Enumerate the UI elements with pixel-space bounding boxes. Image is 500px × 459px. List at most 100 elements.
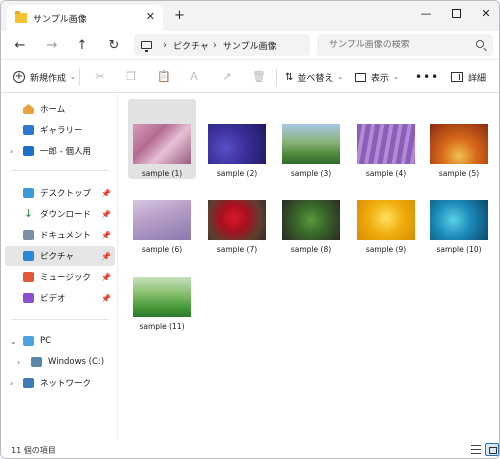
expanded-chevron-icon[interactable]: ⌄ [10, 337, 17, 346]
breadcrumb-pictures[interactable]: ピクチャ [173, 39, 209, 52]
back-button[interactable]: ← [11, 37, 29, 53]
pin-icon[interactable]: 📌 [101, 189, 111, 198]
toolbar-divider [79, 68, 80, 86]
sidebar-item-label: ネットワーク [40, 379, 92, 389]
chevron-down-icon: ⌄ [393, 73, 399, 81]
file-tile[interactable]: sample (2) [203, 99, 271, 179]
refresh-button[interactable]: ↻ [105, 37, 123, 53]
close-button[interactable]: ✕ [471, 1, 499, 25]
sidebar-item-label: デスクトップ [40, 189, 92, 199]
rename-icon[interactable]: Ａ [188, 71, 200, 83]
title-bar: サンプル画像 ✕ + — ✕ [1, 1, 499, 31]
thumbnail-image [208, 200, 266, 240]
thumbnail-image [133, 124, 191, 164]
sidebar-item-label: 一郎 - 個人用 [40, 147, 91, 157]
file-tile[interactable]: sample (4) [352, 99, 420, 179]
file-tile[interactable]: sample (3) [277, 99, 345, 179]
file-explorer-window: サンプル画像 ✕ + — ✕ ← → ↑ ↻ › ピクチャ › サンプル画像 +… [0, 0, 500, 459]
pc-icon [23, 336, 34, 346]
sidebar-item-windows-drive[interactable]: › Windows (C:) [5, 352, 115, 372]
sort-label: 並べ替え [297, 73, 334, 84]
paste-icon[interactable]: 📋 [157, 71, 171, 83]
thumbnail-image [357, 200, 415, 240]
file-name: sample (7) [216, 245, 258, 254]
network-icon [23, 378, 34, 388]
details-view-icon[interactable] [471, 445, 481, 454]
minimize-icon: — [420, 6, 432, 20]
file-tile[interactable]: sample (9) [352, 175, 420, 255]
cut-icon[interactable]: ✂ [94, 71, 106, 83]
sidebar-item-downloads[interactable]: ↓ ダウンロード 📌 [5, 204, 115, 224]
file-name: sample (8) [290, 245, 332, 254]
tab-close-icon[interactable]: ✕ [146, 11, 155, 22]
documents-icon [23, 230, 34, 240]
pin-icon[interactable]: 📌 [101, 210, 111, 219]
tab-sample-images[interactable]: サンプル画像 ✕ [7, 5, 163, 31]
sidebar-item-label: ミュージック [40, 273, 91, 283]
file-name: sample (11) [139, 322, 185, 331]
sidebar-item-gallery[interactable]: ギャラリー [5, 120, 115, 140]
file-tile[interactable]: sample (8) [277, 175, 345, 255]
sidebar-item-pc[interactable]: ⌄ PC [5, 331, 115, 351]
file-tile[interactable]: sample (6) [128, 175, 196, 255]
search-icon[interactable] [476, 40, 484, 48]
sidebar-item-label: Windows (C:) [48, 357, 105, 367]
forward-button[interactable]: → [43, 37, 61, 53]
file-tile[interactable]: sample (5) [425, 99, 493, 179]
file-name: sample (9) [365, 245, 407, 254]
sidebar-item-documents[interactable]: ドキュメント 📌 [5, 225, 115, 245]
sidebar-item-desktop[interactable]: デスクトップ 📌 [5, 183, 115, 203]
sidebar-item-network[interactable]: › ネットワーク [5, 373, 115, 393]
copy-icon[interactable]: ❐ [125, 71, 137, 83]
pin-icon[interactable]: 📌 [101, 273, 111, 282]
view-button[interactable]: 表示 ⌄ [355, 67, 399, 87]
breadcrumb-sample-images[interactable]: サンプル画像 [223, 39, 277, 52]
sidebar-item-pictures[interactable]: ピクチャ 📌 [5, 246, 115, 266]
new-tab-button[interactable]: + [174, 9, 185, 22]
sidebar-item-onedrive[interactable]: › 一郎 - 個人用 [5, 141, 115, 161]
thumbnail-image [430, 200, 488, 240]
pin-icon[interactable]: 📌 [101, 252, 111, 261]
large-icons-view-icon[interactable] [485, 443, 499, 456]
item-count: 11 個の項目 [11, 446, 56, 455]
pin-icon[interactable]: 📌 [101, 294, 111, 303]
thumbnail-image [133, 200, 191, 240]
sidebar-item-videos[interactable]: ビデオ 📌 [5, 288, 115, 308]
new-icon: + [13, 71, 25, 83]
expand-chevron-icon[interactable]: › [10, 147, 13, 156]
minimize-button[interactable]: — [411, 1, 441, 25]
sort-icon: ⇅ [285, 71, 294, 83]
file-tile[interactable]: sample (7) [203, 175, 271, 255]
delete-icon[interactable]: 🗑 [252, 71, 266, 83]
search-box[interactable] [317, 34, 493, 56]
sidebar-item-label: ピクチャ [40, 252, 74, 262]
close-icon: ✕ [481, 6, 491, 20]
more-options-button[interactable]: ••• [415, 67, 439, 87]
address-bar[interactable]: › ピクチャ › サンプル画像 [134, 34, 310, 56]
sidebar-item-home[interactable]: ホーム [5, 99, 115, 119]
thumbnail-image [282, 200, 340, 240]
file-tile[interactable]: sample (1) [128, 99, 196, 179]
pin-icon[interactable]: 📌 [101, 231, 111, 240]
maximize-button[interactable] [441, 1, 471, 25]
expand-chevron-icon[interactable]: › [10, 379, 13, 388]
up-button[interactable]: ↑ [73, 37, 91, 53]
sidebar-divider [11, 170, 109, 171]
videos-icon [23, 293, 34, 303]
file-tile[interactable]: sample (11) [128, 252, 196, 332]
sidebar-item-label: ドキュメント [40, 231, 92, 241]
sidebar-item-label: ビデオ [40, 294, 66, 304]
share-icon[interactable]: ↗ [221, 71, 233, 83]
sidebar-item-music[interactable]: ミュージック 📌 [5, 267, 115, 287]
file-grid: sample (1) sample (2) sample (3) sample … [119, 94, 499, 440]
breadcrumb-separator: › [212, 39, 217, 51]
new-button[interactable]: + 新規作成 ⌄ [13, 67, 76, 87]
command-bar: + 新規作成 ⌄ ✂ ❐ 📋 Ａ ↗ 🗑 ⇅ 並べ替え ⌄ 表示 ⌄ ••• 詳… [1, 59, 499, 93]
details-pane-button[interactable]: 詳細 [451, 67, 486, 87]
expand-chevron-icon[interactable]: › [17, 358, 20, 367]
file-tile[interactable]: sample (10) [425, 175, 493, 255]
sort-button[interactable]: ⇅ 並べ替え ⌄ [285, 67, 343, 87]
search-input[interactable] [329, 40, 469, 50]
folder-icon [15, 11, 27, 23]
file-name: sample (10) [436, 245, 482, 254]
